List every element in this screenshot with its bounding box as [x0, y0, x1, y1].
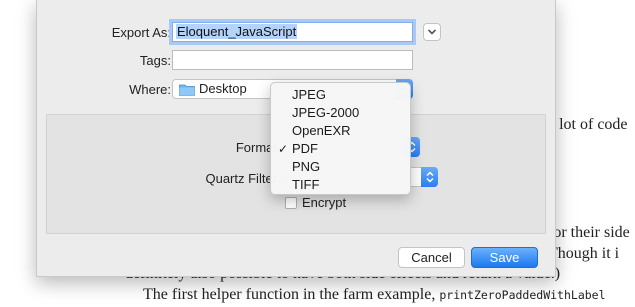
- doc-line-1: a lot of code: [548, 116, 628, 133]
- menu-item-tiff[interactable]: TIFF: [271, 176, 410, 194]
- quartz-filter-label: Quartz Filter: [205, 171, 277, 186]
- save-button[interactable]: Save: [471, 247, 538, 268]
- menu-item-label: OpenEXR: [292, 123, 351, 138]
- chevron-down-icon: [427, 29, 437, 35]
- menu-item-label: PNG: [292, 159, 321, 174]
- tags-field[interactable]: [172, 50, 413, 70]
- tags-label: Tags:: [139, 53, 171, 68]
- up-down-arrows-icon: [425, 171, 434, 183]
- menu-item-pdf[interactable]: ✓ PDF: [271, 140, 410, 158]
- doc-line-3: Though it i: [548, 245, 620, 262]
- menu-item-jpeg[interactable]: JPEG: [271, 86, 410, 104]
- export-as-field[interactable]: Eloquent_JavaScript: [172, 22, 413, 42]
- doc-line-5-code: printZeroPaddedWithLabel: [439, 288, 606, 302]
- format-label: Format: [235, 140, 277, 155]
- where-label: Where:: [129, 82, 171, 97]
- menu-item-label: PDF: [292, 141, 318, 156]
- menu-item-label: JPEG-2000: [292, 105, 360, 120]
- encrypt-checkbox[interactable]: [285, 197, 297, 209]
- expand-button[interactable]: [423, 23, 441, 41]
- format-menu: JPEG JPEG-2000 OpenEXR ✓ PDF PNG TIFF: [270, 82, 411, 195]
- doc-line-5: The first helper function in the farm ex…: [143, 286, 606, 304]
- quartz-filter-popup-arrows: [421, 167, 438, 187]
- folder-icon: [179, 84, 195, 96]
- export-as-value: Eloquent_JavaScript: [176, 24, 298, 39]
- checkmark-icon: ✓: [278, 142, 289, 156]
- menu-item-png[interactable]: PNG: [271, 158, 410, 176]
- menu-item-label: TIFF: [292, 177, 320, 192]
- menu-item-label: JPEG: [292, 87, 326, 102]
- menu-item-openexr[interactable]: OpenEXR: [271, 122, 410, 140]
- doc-line-5-text: The first helper function in the farm ex…: [143, 286, 436, 303]
- export-as-label: Export As:: [111, 25, 171, 40]
- cancel-button[interactable]: Cancel: [398, 247, 465, 268]
- where-value: Desktop: [199, 81, 247, 96]
- doc-line-2: for their side: [548, 224, 630, 241]
- menu-item-jpeg-2000[interactable]: JPEG-2000: [271, 104, 410, 122]
- encrypt-label: Encrypt: [302, 195, 347, 210]
